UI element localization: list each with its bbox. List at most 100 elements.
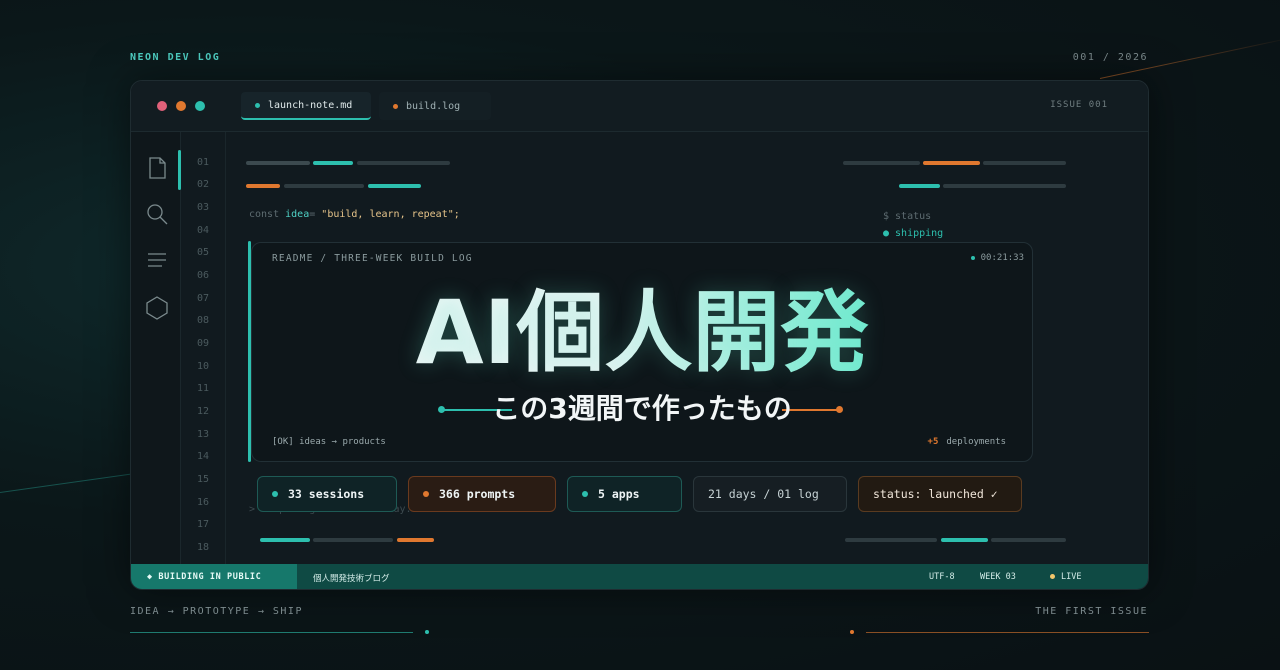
launch-status-chip: status: launched ✓ [858,476,1022,512]
maximize-window-button[interactable] [195,101,205,111]
code-placeholder-bar [246,184,280,188]
chip-label: 33 sessions [288,487,365,501]
code-placeholder-bar [397,538,434,542]
decorative-line [0,472,139,493]
line-number: 05 [197,247,210,258]
code-placeholder-bar [845,538,937,542]
code-keyword: const [249,209,280,220]
tab-build-log[interactable]: build.log [379,92,491,120]
deployments-label: deployments [946,437,1006,447]
code-placeholder-bar [313,161,353,165]
code-placeholder-bar [923,161,980,165]
issue-number-label: 001 / 2026 [1072,52,1148,63]
encoding-label[interactable]: UTF-8 [929,572,955,582]
file-icon[interactable] [145,156,169,180]
line-number-gutter: 01 02 03 04 05 06 07 08 09 10 11 12 13 1… [181,132,226,566]
code-placeholder-bar [284,184,364,188]
code-placeholder-bar [313,538,393,542]
bottom-rule-left [130,632,413,633]
chip-dot-icon [272,491,278,497]
timer-value: 00:21:33 [980,253,1024,263]
code-operator: = [309,209,316,220]
hexagon-icon[interactable] [145,296,169,320]
brand-label: NEON DEV LOG [130,52,221,63]
code-placeholder-bar [246,161,310,165]
deployments-line: +5 deployments [928,437,1006,447]
tab-label: build.log [406,100,461,112]
tab-launch-note[interactable]: launch-note.md [241,92,371,120]
prompts-chip: 366 prompts [408,476,556,512]
blog-title: 個人開発技術ブログ [313,574,390,584]
deployments-count: +5 [927,437,939,447]
live-dot-icon [1050,574,1055,579]
week-label: WEEK 03 [980,572,1016,582]
status-value: ● shipping [883,228,944,239]
line-number: 14 [197,451,210,462]
chip-label: 21 days / 01 log [708,487,819,501]
code-identifier: idea [285,209,310,220]
live-label: LIVE [1061,572,1082,582]
minimize-window-button[interactable] [176,101,186,111]
code-placeholder-bar [357,161,450,165]
activity-sidebar [131,132,181,566]
editor-window: launch-note.md build.log ISSUE 001 01 02… [130,80,1149,590]
code-placeholder-bar [899,184,940,188]
chip-label: 5 apps [598,487,640,501]
days-chip: 21 days / 01 log [693,476,847,512]
tab-dot-icon [393,103,398,109]
line-number: 09 [197,338,210,349]
code-line: const idea= "build, learn, repeat"; [249,209,460,220]
subtitle: この3週間で作ったもの [492,392,792,425]
search-icon[interactable] [145,202,169,226]
first-issue-label: THE FIRST ISSUE [1035,606,1148,617]
menu-icon[interactable] [145,248,169,272]
line-number: 08 [197,315,210,326]
line-number: 07 [197,293,210,304]
bottom-rule-right-dot [850,630,854,634]
code-placeholder-bar [941,538,988,542]
readme-label: README / THREE-WEEK BUILD LOG [272,253,473,264]
status-bar: ◆ BUILDING IN PUBLIC 個人開発技術ブログ UTF-8 WEE… [131,564,1148,589]
hero-panel: README / THREE-WEEK BUILD LOG 00:21:33 A… [251,242,1033,462]
code-placeholder-bar [368,184,421,188]
line-number: 17 [197,519,210,530]
chip-label: 366 prompts [439,487,516,501]
code-placeholder-bar [260,538,310,542]
pipeline-label: IDEA → PROTOTYPE → SHIP [130,606,303,617]
tab-dot-icon [255,102,260,108]
line-number: 18 [197,542,210,553]
line-number: 15 [197,474,210,485]
timer: 00:21:33 [970,253,1024,263]
line-number: 16 [197,497,210,508]
line-number: 04 [197,225,210,236]
line-number: 13 [197,429,210,440]
chip-dot-icon [423,491,429,497]
close-window-button[interactable] [157,101,167,111]
ok-line: [OK] ideas → products [272,437,386,447]
code-placeholder-bar [843,161,920,165]
line-number: 06 [197,270,210,281]
code-placeholder-bar [943,184,1066,188]
code-placeholder-bar [983,161,1066,165]
bottom-rule-right [866,632,1149,633]
tab-label: launch-note.md [268,99,353,111]
apps-chip: 5 apps [567,476,682,512]
status-command: $ status [883,211,932,222]
chip-dot-icon [582,491,588,497]
line-number: 01 [197,157,210,168]
building-in-public-label: ◆ BUILDING IN PUBLIC [131,564,297,589]
chip-label: status: launched ✓ [873,487,998,501]
line-number: 02 [197,179,210,190]
bottom-rule-left-dot [425,630,429,634]
issue-label: ISSUE 001 [1050,100,1108,110]
timer-dot-icon [970,256,975,260]
line-number: 11 [197,383,210,394]
line-number: 12 [197,406,210,417]
line-number: 10 [197,361,210,372]
line-number: 03 [197,202,210,213]
code-placeholder-bar [991,538,1066,542]
title-bar: launch-note.md build.log ISSUE 001 [131,81,1148,132]
live-indicator: LIVE [1050,572,1081,582]
sessions-chip: 33 sessions [257,476,397,512]
headline: AI個人開発 [252,283,1032,383]
